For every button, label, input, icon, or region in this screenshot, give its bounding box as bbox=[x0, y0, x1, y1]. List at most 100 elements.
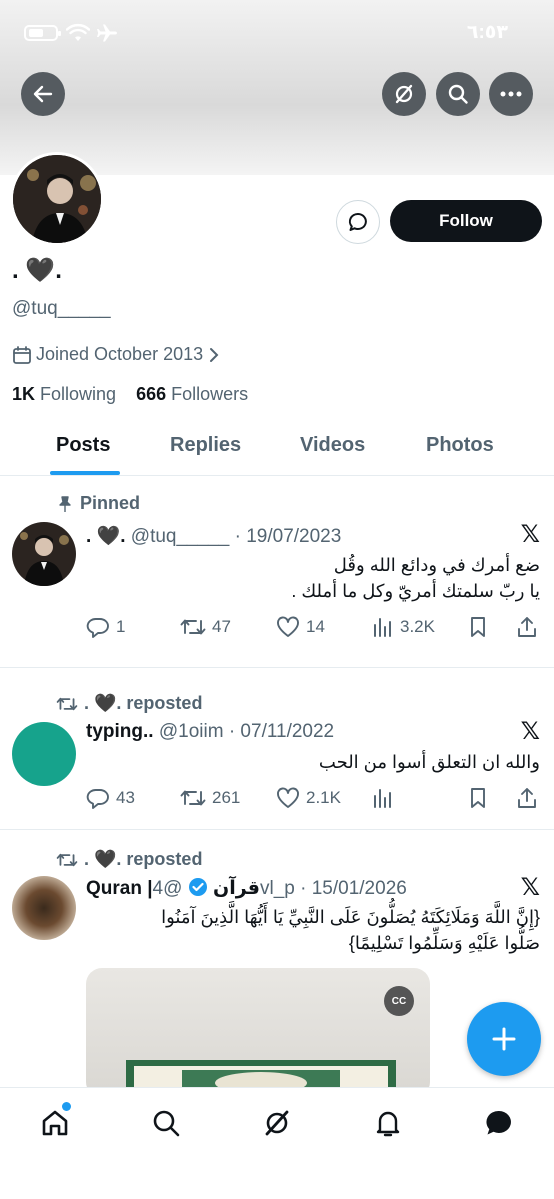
pin-icon bbox=[59, 495, 71, 512]
view-count: 3.2K bbox=[400, 617, 435, 636]
post-text-line: ضع أمرك في ودائع الله وقُل bbox=[333, 555, 540, 575]
like-count: 14 bbox=[306, 617, 325, 636]
post-date[interactable]: · 07/11/2022 bbox=[229, 721, 334, 742]
post-date[interactable]: · 19/07/2023 bbox=[235, 526, 342, 547]
joined-text: Joined October 2013 bbox=[36, 344, 204, 364]
followers-link[interactable]: 666 Followers bbox=[136, 384, 248, 404]
like-button[interactable]: 14 bbox=[276, 616, 325, 638]
repost-icon bbox=[180, 790, 206, 806]
tab-replies[interactable]: Replies bbox=[170, 434, 241, 457]
more-options-button[interactable] bbox=[489, 72, 533, 116]
repost-context-text: . 🖤. reposted bbox=[84, 849, 203, 869]
tab-photos[interactable]: Photos bbox=[426, 434, 494, 457]
nav-notifications[interactable] bbox=[371, 1106, 405, 1140]
post-pinned[interactable]: Pinned . 🖤. @tuq_____ · 19/07/2023 𝕏 ضع … bbox=[0, 476, 554, 668]
reply-icon bbox=[86, 789, 109, 809]
status-bar: ٦:٥٣ bbox=[0, 18, 554, 48]
home-icon bbox=[42, 1110, 68, 1136]
share-button[interactable] bbox=[516, 616, 538, 638]
post-avatar[interactable] bbox=[12, 876, 76, 940]
post-header: typing.. @1oiim · 07/11/2022 bbox=[86, 721, 334, 743]
post-author-handle[interactable]: @1oiim bbox=[159, 721, 224, 742]
heart-icon bbox=[277, 616, 299, 637]
like-button[interactable]: 2.1K bbox=[276, 787, 341, 809]
tab-videos[interactable]: Videos bbox=[300, 434, 365, 457]
airplane-icon bbox=[97, 24, 117, 42]
reply-button[interactable]: 1 bbox=[86, 616, 125, 638]
profile-name: . 🖤. bbox=[12, 257, 62, 284]
notification-dot bbox=[62, 1102, 71, 1111]
grok-button[interactable] bbox=[382, 72, 426, 116]
nav-search[interactable] bbox=[149, 1106, 183, 1140]
repost-context: . 🖤. reposted bbox=[56, 849, 202, 870]
post-text-line: صَلُّوا عَلَيْهِ وَسَلِّمُوا تَسْلِيمًا} bbox=[348, 933, 540, 953]
post-video-media[interactable] bbox=[86, 968, 430, 1098]
bookmark-icon bbox=[471, 788, 485, 808]
profile-handle: @tuq_____ bbox=[12, 298, 111, 319]
following-count: 1K bbox=[12, 384, 36, 404]
arrow-left-icon bbox=[33, 85, 53, 103]
search-button[interactable] bbox=[436, 72, 480, 116]
compose-post-button[interactable] bbox=[467, 1002, 541, 1076]
repost-context: . 🖤. reposted bbox=[56, 693, 202, 714]
share-button[interactable] bbox=[516, 787, 538, 809]
repost-context-text: . 🖤. reposted bbox=[84, 693, 203, 713]
repost-small-icon bbox=[56, 853, 78, 866]
post-text-line: {إِنَّ اللَّهَ وَمَلَائِكَتَهُ يُصَلُّون… bbox=[161, 907, 540, 927]
post-author-name[interactable]: . 🖤. bbox=[86, 526, 126, 547]
back-button[interactable] bbox=[21, 72, 65, 116]
joined-date[interactable]: Joined October 2013 bbox=[12, 344, 221, 365]
repost-small-icon bbox=[56, 697, 78, 710]
x-logo-icon: 𝕏 bbox=[520, 718, 540, 745]
analytics-icon bbox=[374, 618, 391, 637]
bookmark-icon bbox=[471, 617, 485, 637]
nav-grok[interactable] bbox=[260, 1106, 294, 1140]
search-icon bbox=[448, 84, 468, 104]
post-author-handle[interactable]: @tuq_____ bbox=[131, 526, 230, 547]
views-button[interactable]: 3.2K bbox=[372, 616, 435, 638]
chevron-right-icon bbox=[210, 347, 219, 362]
bookmark-button[interactable] bbox=[468, 616, 488, 638]
bookmark-button[interactable] bbox=[468, 787, 488, 809]
analytics-icon bbox=[374, 789, 391, 808]
post-avatar[interactable] bbox=[12, 722, 76, 786]
message-button[interactable] bbox=[336, 200, 380, 244]
messages-icon bbox=[486, 1110, 511, 1135]
followers-label: Followers bbox=[171, 384, 249, 404]
bottom-navigation bbox=[0, 1087, 554, 1199]
search-icon bbox=[153, 1110, 180, 1137]
post-actions: 43 261 2.1K bbox=[86, 787, 546, 813]
pinned-text: Pinned bbox=[80, 493, 141, 513]
nav-home[interactable] bbox=[38, 1106, 72, 1140]
following-label: Following bbox=[40, 384, 117, 404]
follow-stats: 1K Following 666 Followers bbox=[12, 384, 248, 405]
reply-count: 1 bbox=[116, 617, 126, 636]
verified-badge-icon bbox=[188, 878, 207, 896]
calendar-icon bbox=[13, 345, 31, 364]
nav-messages[interactable] bbox=[482, 1106, 516, 1140]
tab-posts[interactable]: Posts bbox=[56, 434, 110, 457]
captions-button[interactable]: CC bbox=[384, 986, 414, 1016]
repost-count: 261 bbox=[212, 788, 241, 807]
post-repost-typing[interactable]: . 🖤. reposted typing.. @1oiim · 07/11/20… bbox=[0, 668, 554, 830]
reply-icon bbox=[86, 618, 109, 638]
post-text: ضع أمرك في ودائع الله وقُل يا ربّ سلمتك … bbox=[80, 552, 540, 604]
x-logo-icon: 𝕏 bbox=[520, 874, 540, 901]
profile-avatar[interactable] bbox=[10, 152, 104, 246]
grok-icon bbox=[395, 84, 413, 104]
bell-icon bbox=[376, 1111, 400, 1137]
views-button[interactable] bbox=[372, 787, 394, 809]
post-date[interactable]: · 15/01/2026 bbox=[300, 878, 407, 899]
following-link[interactable]: 1K Following bbox=[12, 384, 116, 404]
share-icon bbox=[518, 617, 536, 637]
post-avatar[interactable] bbox=[12, 522, 76, 586]
more-dots-icon bbox=[500, 91, 522, 97]
repost-button[interactable]: 261 bbox=[180, 787, 240, 809]
post-actions: 1 47 14 3.2K bbox=[86, 616, 546, 642]
reply-button[interactable]: 43 bbox=[86, 787, 135, 809]
battery-icon bbox=[24, 25, 61, 41]
post-author-name[interactable]: typing.. bbox=[86, 721, 154, 742]
repost-button[interactable]: 47 bbox=[180, 616, 231, 638]
follow-button[interactable]: Follow bbox=[390, 200, 542, 242]
status-time: ٦:٥٣ bbox=[466, 22, 508, 43]
